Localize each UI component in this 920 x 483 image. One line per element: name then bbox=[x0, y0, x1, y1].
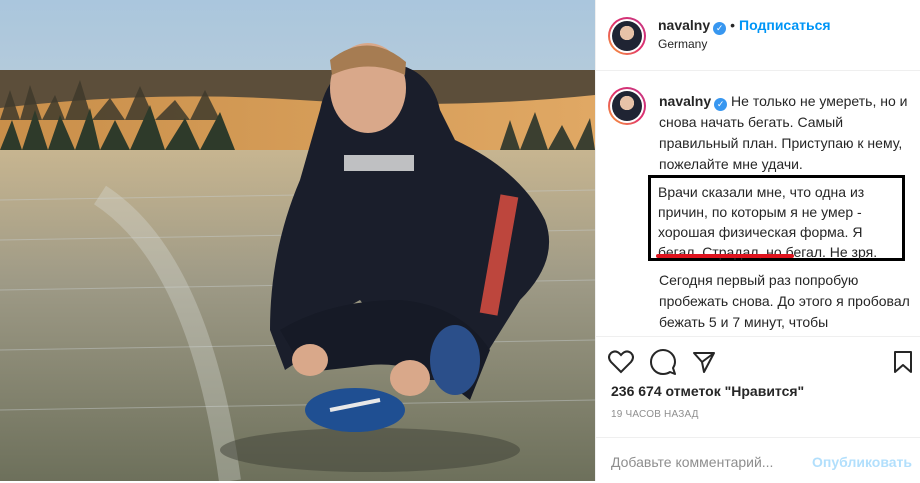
post-side-panel: navalny ✓ • Подписаться Germany navalny ✓ Не… bbox=[595, 0, 920, 481]
follow-button[interactable]: Подписаться bbox=[739, 17, 831, 33]
comment-input[interactable]: Добавьте комментарий... bbox=[611, 454, 773, 470]
caption-paragraph-2: Сегодня первый раз попробую пробежать сн… bbox=[659, 272, 910, 330]
runner-photo bbox=[0, 0, 595, 481]
highlight-text: Врачи сказали мне, что одна из причин, п… bbox=[658, 182, 898, 262]
red-underline bbox=[656, 254, 794, 258]
caption-area[interactable]: navalny ✓ Не только не умереть, но и снов… bbox=[596, 71, 920, 336]
heart-icon[interactable] bbox=[608, 350, 634, 374]
separator-dot: • bbox=[730, 17, 736, 33]
highlight-box: Врачи сказали мне, что одна из причин, п… bbox=[648, 175, 905, 261]
likes-count[interactable]: 236 674 отметок "Нравится" bbox=[611, 383, 804, 399]
add-comment-bar: Добавьте комментарий... Опубликовать bbox=[596, 437, 920, 483]
share-icon[interactable] bbox=[692, 350, 716, 374]
post-photo bbox=[0, 0, 595, 481]
author-avatar[interactable] bbox=[608, 17, 646, 55]
caption-username[interactable]: navalny bbox=[659, 93, 711, 109]
publish-button[interactable]: Опубликовать bbox=[812, 454, 912, 470]
comment-icon[interactable] bbox=[650, 349, 676, 375]
author-username[interactable]: navalny bbox=[658, 17, 710, 33]
post-actions: 236 674 отметок "Нравится" 19 ЧАСОВ НАЗА… bbox=[596, 336, 920, 482]
post-header: navalny ✓ • Подписаться Germany bbox=[596, 0, 920, 71]
verified-badge-icon: ✓ bbox=[713, 22, 727, 35]
caption-author-avatar[interactable] bbox=[608, 87, 646, 125]
caption: navalny ✓ Не только не умереть, но и снов… bbox=[659, 91, 911, 175]
header-line: navalny ✓ • Подписаться bbox=[658, 17, 831, 35]
bookmark-icon[interactable] bbox=[893, 350, 913, 374]
post-location[interactable]: Germany bbox=[658, 37, 707, 51]
verified-badge-icon: ✓ bbox=[714, 98, 728, 111]
post-timestamp[interactable]: 19 ЧАСОВ НАЗАД bbox=[611, 409, 699, 420]
